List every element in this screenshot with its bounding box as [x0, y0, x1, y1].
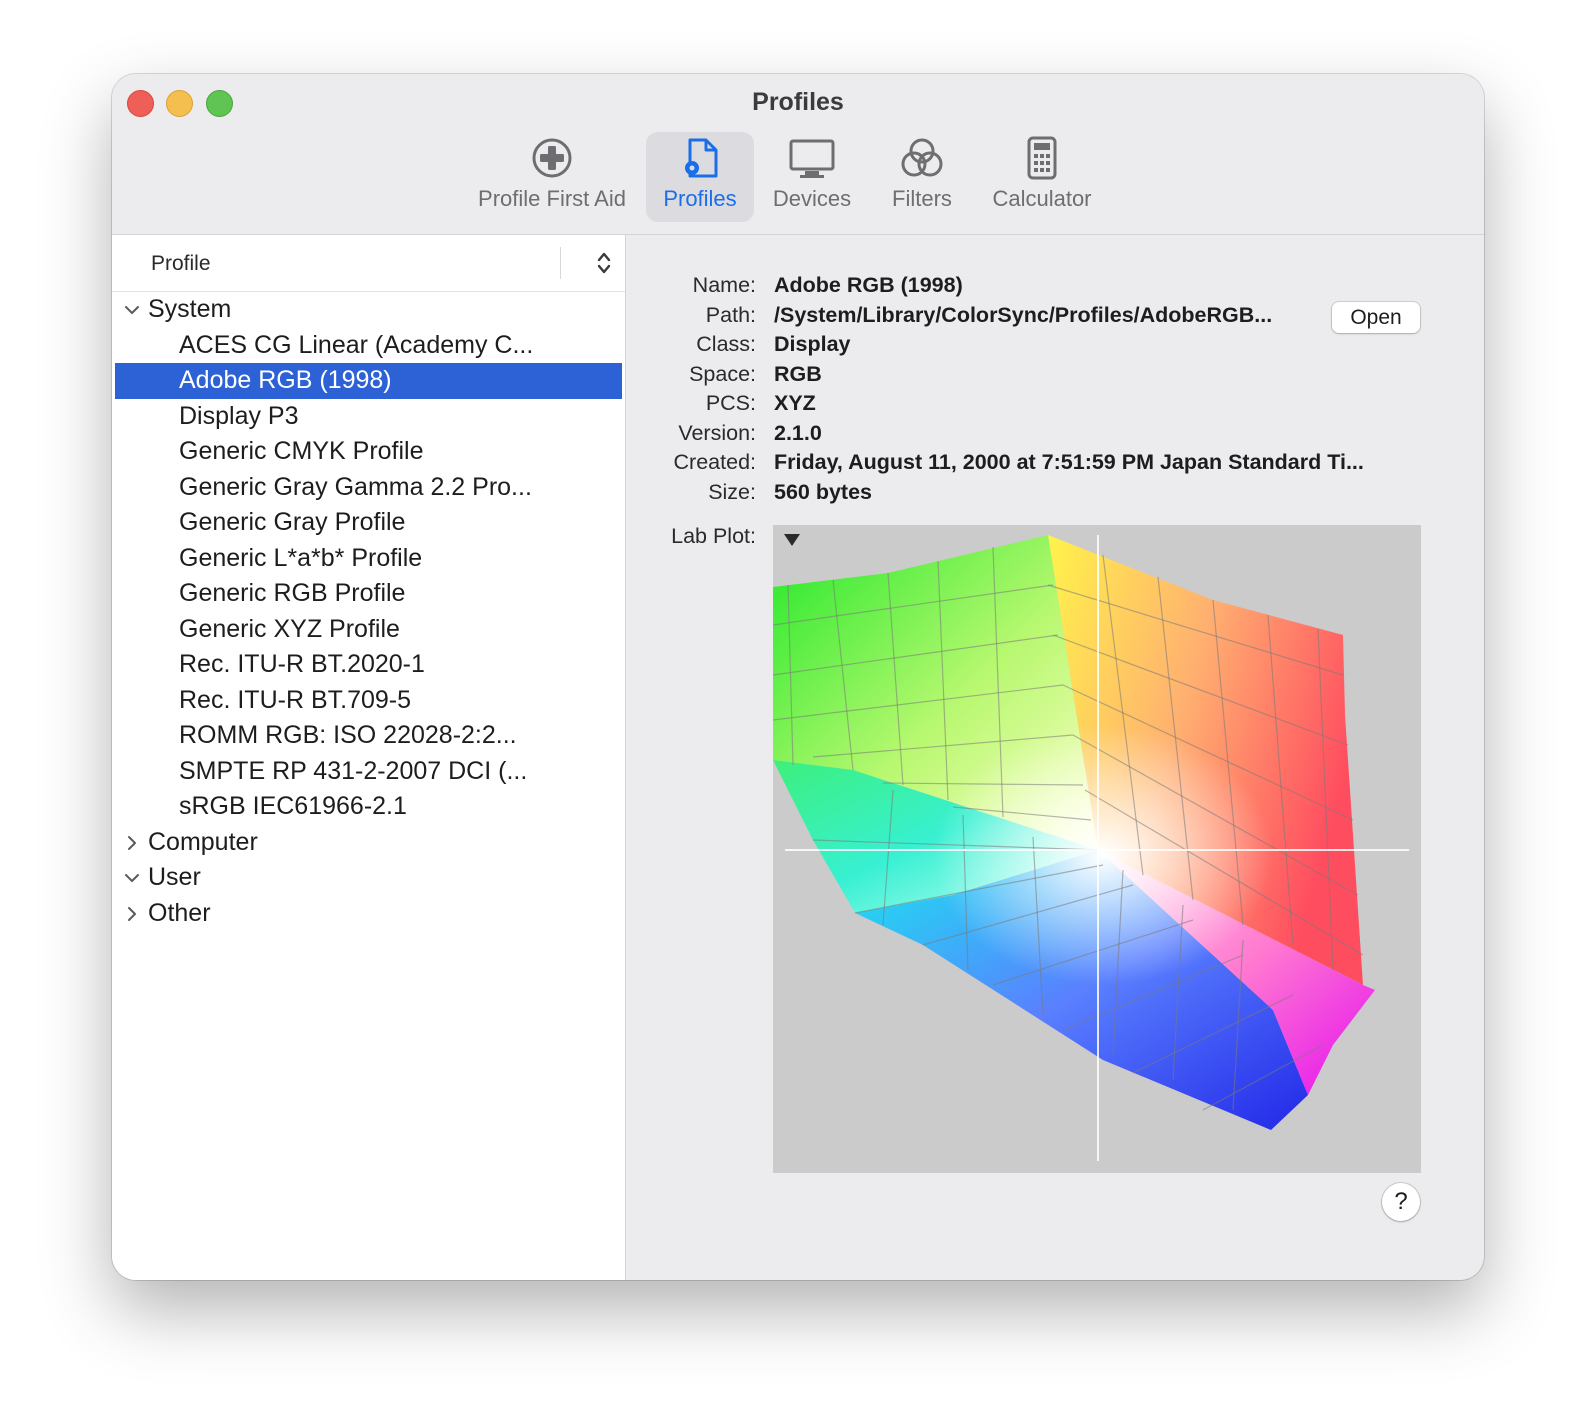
field-label: Created:	[673, 450, 756, 474]
list-item[interactable]: Generic Gray Gamma 2.2 Pro...	[112, 470, 625, 506]
toolbar-label: Devices	[772, 186, 852, 211]
toolbar-profiles[interactable]: Profiles	[646, 132, 754, 222]
title-bar: Profiles Profile First Aid Profiles Devi…	[112, 74, 1484, 235]
group-label: Other	[148, 898, 211, 927]
sort-chevrons-icon[interactable]	[596, 250, 612, 276]
group-computer[interactable]: Computer	[112, 825, 625, 861]
profile-tree: System ACES CG Linear (Academy C... Adob…	[112, 292, 625, 931]
field-label: Space:	[689, 362, 756, 386]
first-aid-icon	[532, 138, 572, 178]
chevron-right-icon[interactable]	[124, 835, 140, 851]
calculator-icon	[1027, 136, 1057, 180]
toolbar-label: Calculator	[992, 186, 1092, 211]
list-item-label: Rec. ITU-R BT.709-5	[179, 685, 412, 714]
field-label: Version:	[678, 421, 756, 445]
list-item-selected[interactable]: Adobe RGB (1998)	[115, 363, 622, 399]
toolbar-profile-first-aid[interactable]: Profile First Aid	[467, 132, 637, 222]
list-item-label: Generic RGB Profile	[179, 579, 406, 607]
list-item-label: ACES CG Linear (Academy C...	[179, 330, 534, 359]
gamut-white-point	[933, 725, 1273, 985]
group-label: System	[148, 295, 232, 323]
list-item-label: sRGB IEC61966-2.1	[179, 792, 407, 820]
column-header-label: Profile	[151, 252, 211, 275]
list-item[interactable]: Rec. ITU-R BT.2020-1	[112, 647, 625, 683]
list-item-label: Generic CMYK Profile	[179, 437, 424, 465]
list-item-label: ROMM RGB: ISO 22028-2:2...	[179, 721, 517, 749]
list-item-label: Generic Gray Profile	[179, 508, 406, 536]
field-value: Display	[774, 332, 851, 356]
list-item[interactable]: SMPTE RP 431-2-2007 DCI (...	[112, 754, 625, 790]
group-label: User	[148, 863, 201, 891]
chevron-down-icon[interactable]	[124, 870, 140, 886]
chevron-down-icon[interactable]	[124, 302, 140, 318]
list-item[interactable]: Generic Gray Profile	[112, 505, 625, 541]
field-value: Friday, August 11, 2000 at 7:51:59 PM Ja…	[774, 450, 1364, 474]
list-item[interactable]: Generic RGB Profile	[112, 576, 625, 612]
list-item-label: Display P3	[179, 401, 299, 430]
field-label: Size:	[708, 480, 756, 504]
list-item-label: Generic L*a*b* Profile	[179, 543, 423, 572]
toolbar-label: Profile First Aid	[478, 186, 626, 211]
field-label: PCS:	[705, 391, 756, 415]
profile-column-header[interactable]: Profile	[112, 235, 625, 292]
list-item-label: Generic XYZ Profile	[179, 614, 400, 643]
list-item[interactable]: sRGB IEC61966-2.1	[112, 789, 625, 825]
list-item[interactable]: Generic XYZ Profile	[112, 612, 625, 648]
column-divider	[560, 247, 561, 279]
list-item[interactable]: Generic CMYK Profile	[112, 434, 625, 470]
profiles-window: Profiles Profile First Aid Profiles Devi…	[112, 74, 1484, 1280]
field-value: Adobe RGB (1998)	[774, 273, 963, 297]
toolbar-calculator[interactable]: Calculator	[982, 132, 1102, 222]
profile-sidebar: Profile System ACES CG Linear (Academy C…	[112, 235, 626, 1280]
lab-plot[interactable]	[773, 525, 1421, 1173]
toolbar-label: Profiles	[663, 186, 737, 211]
toolbar-devices[interactable]: Devices	[762, 132, 862, 222]
field-value: 2.1.0	[774, 421, 822, 445]
list-item[interactable]: Rec. ITU-R BT.709-5	[112, 683, 625, 719]
window-title: Profiles	[752, 88, 844, 116]
field-value: XYZ	[774, 391, 816, 415]
group-user[interactable]: User	[112, 860, 625, 896]
list-item[interactable]: ACES CG Linear (Academy C...	[112, 328, 625, 364]
field-value: 560 bytes	[774, 480, 873, 504]
profile-detail-pane: Name: Adobe RGB (1998) Path: /System/Lib…	[626, 235, 1484, 1280]
profile-document-icon	[685, 138, 718, 178]
list-item-label: Rec. ITU-R BT.2020-1	[179, 650, 425, 678]
toolbar-label: Filters	[892, 186, 952, 211]
list-item-label: SMPTE RP 431-2-2007 DCI (...	[179, 756, 528, 785]
lab-gamut-plot	[773, 535, 1409, 1161]
group-other[interactable]: Other	[112, 896, 625, 932]
plot-menu-triangle-icon[interactable]	[783, 533, 801, 547]
filters-icon	[901, 138, 943, 177]
field-value: /System/Library/ColorSync/Profiles/Adobe…	[774, 303, 1273, 327]
lab-plot-label: Lab Plot:	[671, 524, 756, 548]
field-value: RGB	[774, 362, 822, 386]
open-button[interactable]: Open	[1332, 302, 1420, 333]
list-item[interactable]: Generic L*a*b* Profile	[112, 541, 625, 577]
display-icon	[789, 139, 835, 178]
chevron-right-icon[interactable]	[124, 906, 140, 922]
group-system[interactable]: System	[112, 292, 625, 328]
group-label: Computer	[148, 827, 258, 856]
field-label: Class:	[696, 332, 756, 356]
list-item-label: Generic Gray Gamma 2.2 Pro...	[179, 472, 532, 501]
help-button[interactable]: ?	[1382, 1183, 1420, 1221]
field-label: Path:	[705, 303, 756, 327]
list-item[interactable]: ROMM RGB: ISO 22028-2:2...	[112, 718, 625, 754]
toolbar-filters[interactable]: Filters	[872, 132, 972, 222]
list-item[interactable]: Display P3	[112, 399, 625, 435]
list-item-label: Adobe RGB (1998)	[179, 366, 392, 394]
field-label: Name:	[692, 273, 756, 297]
